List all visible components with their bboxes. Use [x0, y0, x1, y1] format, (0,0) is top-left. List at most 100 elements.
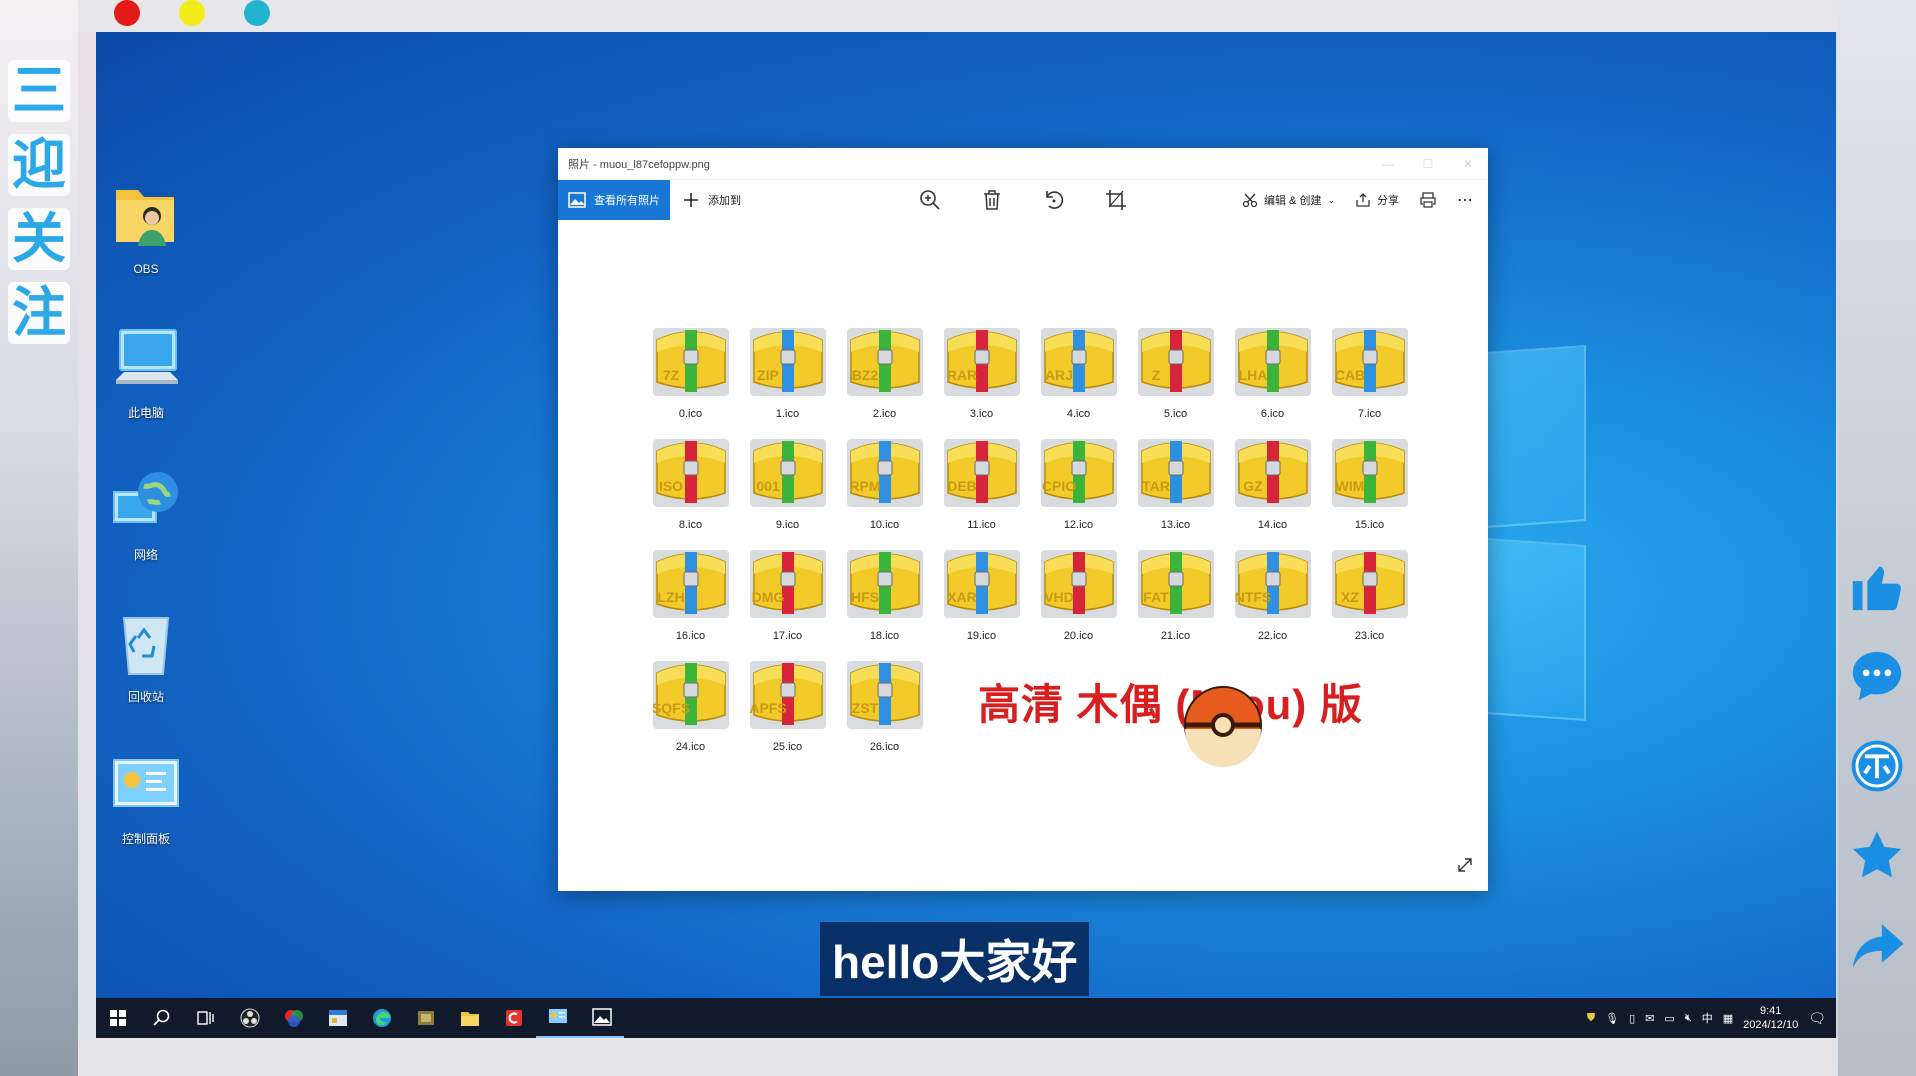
desktop-icon-label: 此电脑 — [127, 406, 164, 420]
archive-box-icon: VHD — [1037, 542, 1121, 626]
desktop-icon-recycle-bin[interactable]: 回收站 — [96, 608, 196, 705]
file-name-label: 9.ico — [775, 519, 800, 531]
print-icon[interactable] — [1419, 191, 1437, 209]
delete-icon[interactable] — [980, 188, 1004, 212]
comment-icon[interactable] — [1846, 645, 1908, 707]
rotate-icon[interactable] — [1042, 188, 1066, 212]
app-file-explorer-icon[interactable] — [448, 998, 492, 1038]
archive-box-icon: SQFS — [649, 653, 733, 737]
usb-icon[interactable]: ▯ — [1629, 1012, 1635, 1025]
archive-file-item: Z 5.ico — [1127, 320, 1224, 431]
follow-banner: 三 迎 关 注 — [6, 60, 72, 344]
maximize-button[interactable]: ☐ — [1408, 157, 1448, 171]
right-action-strip — [1838, 0, 1916, 1076]
archive-format-label: LHA — [1238, 367, 1267, 383]
archive-format-label: ISO — [658, 478, 682, 494]
desktop-icon-network[interactable]: 网络 — [96, 466, 196, 563]
archive-box-icon: 001 — [746, 431, 830, 515]
archive-format-label: RAR — [946, 367, 976, 383]
coin-icon[interactable] — [1846, 735, 1908, 797]
file-name-label: 25.ico — [772, 741, 803, 753]
app-obs-icon[interactable] — [228, 998, 272, 1038]
archive-file-item: FAT 21.ico — [1127, 542, 1224, 653]
clock-time: 9:41 — [1759, 1005, 1782, 1017]
close-dot-button[interactable] — [114, 0, 140, 26]
window-frame-bottom — [78, 1038, 1838, 1076]
archive-box-icon: LZH — [649, 542, 733, 626]
desktop-icon-control-panel[interactable]: 控制面板 — [96, 750, 196, 847]
start-windows-icon[interactable] — [96, 998, 140, 1038]
app-color-picker-icon[interactable] — [272, 998, 316, 1038]
archive-box-icon: RAR — [940, 320, 1024, 404]
archive-format-label: XAR — [947, 589, 977, 605]
file-name-label: 6.ico — [1260, 408, 1285, 420]
share-arrow-icon[interactable] — [1846, 915, 1908, 977]
minimize-button[interactable]: — — [1368, 157, 1408, 171]
microphone-icon[interactable]: 🎙︎ — [1605, 1012, 1619, 1025]
expand-icon[interactable] — [1456, 856, 1474, 879]
app-edge-icon[interactable] — [360, 998, 404, 1038]
file-name-label: 11.ico — [967, 519, 996, 531]
ime-mode-icon[interactable]: ▦ — [1723, 1012, 1733, 1025]
archive-format-label: CAB — [1334, 367, 1364, 383]
banner-char: 迎 — [8, 134, 70, 196]
archive-box-icon: HFS — [843, 542, 927, 626]
file-name-label: 26.ico — [869, 741, 900, 753]
crop-icon[interactable] — [1104, 188, 1128, 212]
archive-file-item: RAR 3.ico — [933, 320, 1030, 431]
edit-create-button[interactable]: 编辑 & 创建 ⌄ — [1242, 192, 1335, 208]
desktop-icon-obs[interactable]: OBS — [96, 182, 196, 276]
archive-file-item: VHD 20.ico — [1030, 542, 1127, 653]
desktop-icon-this-pc[interactable]: 此电脑 — [96, 324, 196, 421]
archive-file-item: LZH 16.ico — [642, 542, 739, 653]
archive-file-item: 7Z 0.ico — [642, 320, 739, 431]
favorite-star-icon[interactable] — [1846, 825, 1908, 887]
file-name-label: 23.ico — [1354, 630, 1385, 642]
security-shield-icon[interactable]: ⛊ — [1587, 1012, 1595, 1025]
archive-box-icon: APFS — [746, 653, 830, 737]
archive-box-icon: BZ2 — [843, 320, 927, 404]
scissors-icon — [1242, 193, 1258, 208]
app-control-panel-icon[interactable] — [536, 998, 580, 1038]
file-name-label: 15.ico — [1354, 519, 1385, 531]
network-tray-icon[interactable]: ▭ — [1664, 1012, 1674, 1025]
volume-muted-icon[interactable]: 🔇︎ — [1685, 1012, 1692, 1025]
file-name-label: 12.ico — [1063, 519, 1094, 531]
side-actions — [1844, 555, 1910, 977]
zoom-icon[interactable] — [918, 188, 942, 212]
archive-file-item: ZST 26.ico — [836, 653, 933, 764]
zoom-dot-button[interactable] — [244, 0, 270, 26]
task-view-icon[interactable] — [184, 998, 228, 1038]
app-chip-icon[interactable] — [404, 998, 448, 1038]
file-name-label: 18.ico — [869, 630, 900, 642]
window-frame-top — [78, 0, 1838, 32]
archive-format-label: APFS — [749, 700, 786, 716]
archive-format-label: ARJ — [1044, 367, 1072, 383]
computer-icon — [110, 324, 182, 396]
like-icon[interactable] — [1846, 555, 1908, 617]
archive-format-label: RPM — [849, 478, 880, 494]
more-options-icon[interactable]: ⋯ — [1457, 190, 1474, 210]
app-red-c-icon[interactable] — [492, 998, 536, 1038]
archive-file-item: XAR 19.ico — [933, 542, 1030, 653]
app-explorer-window-icon[interactable] — [316, 998, 360, 1038]
archive-box-icon: FAT — [1134, 542, 1218, 626]
taskbar-clock[interactable]: 9:41 2024/12/10 — [1743, 1004, 1798, 1032]
minimize-dot-button[interactable] — [179, 0, 205, 26]
archive-box-icon: DEB — [940, 431, 1024, 515]
add-to-button[interactable]: 添加到 — [682, 191, 741, 209]
archive-box-icon: LHA — [1231, 320, 1315, 404]
chat-tray-icon[interactable]: ✉︎ — [1645, 1012, 1654, 1025]
archive-format-label: HFS — [851, 589, 879, 605]
share-button[interactable]: 分享 — [1355, 192, 1399, 208]
ime-indicator[interactable]: 中 — [1702, 1010, 1713, 1026]
picture-icon — [568, 192, 586, 208]
view-all-photos-button[interactable]: 查看所有照片 — [558, 180, 670, 220]
desktop-icon-label: 控制面板 — [121, 832, 170, 846]
notifications-icon[interactable]: 🗨︎ — [1808, 1010, 1826, 1027]
archive-box-icon: GZ — [1231, 431, 1315, 515]
archive-box-icon: 7Z — [649, 320, 733, 404]
app-photos-icon[interactable] — [580, 998, 624, 1038]
search-icon[interactable] — [140, 998, 184, 1038]
close-button[interactable]: ✕ — [1448, 157, 1488, 171]
